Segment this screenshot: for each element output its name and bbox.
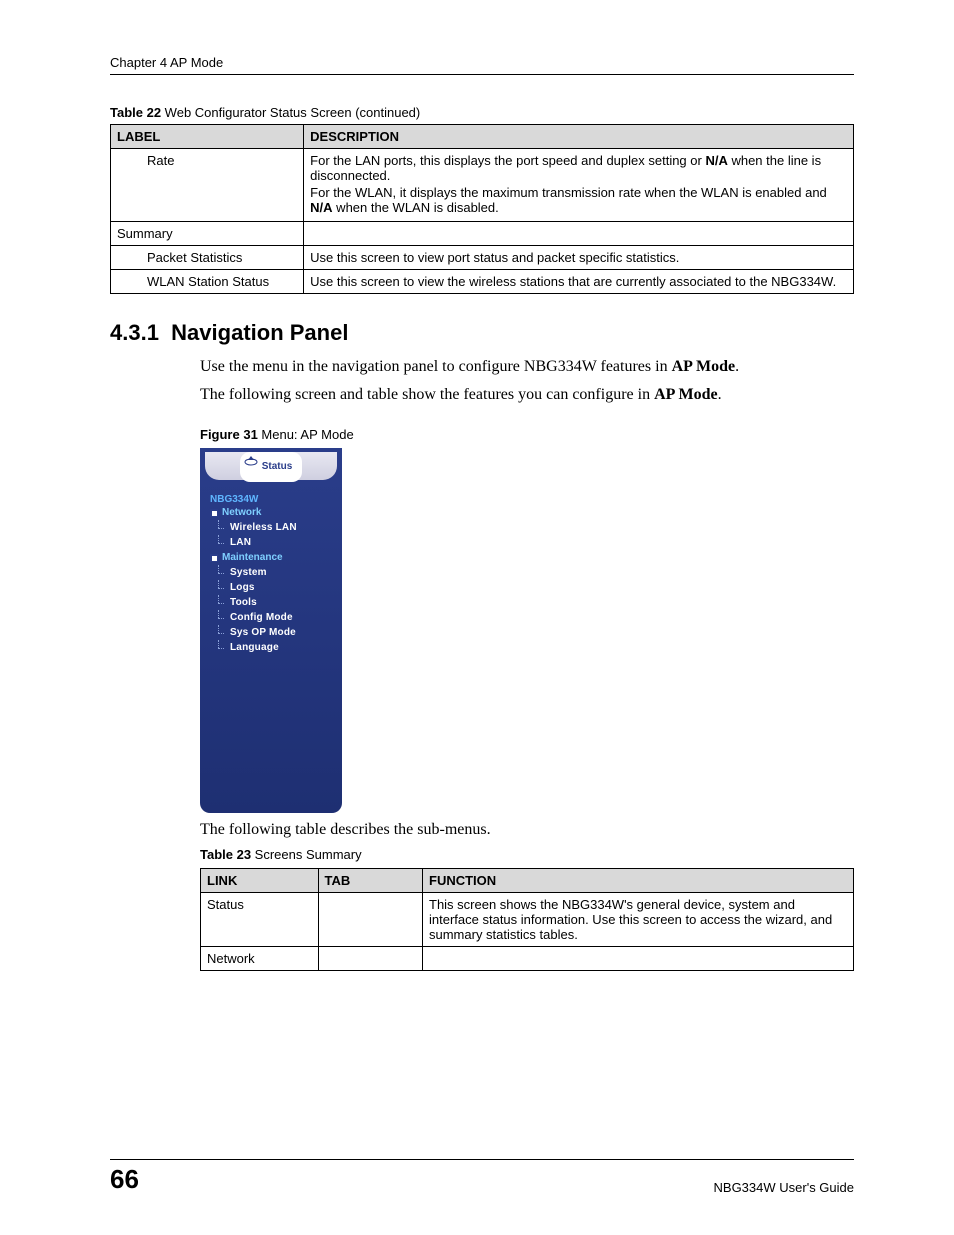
- guide-name: NBG334W User's Guide: [714, 1180, 854, 1195]
- figure31-caption-text: Menu: AP Mode: [258, 427, 354, 442]
- menu-group-maintenance[interactable]: Maintenance: [210, 552, 334, 563]
- rate-desc-1b: N/A: [705, 153, 727, 168]
- menu-item-wireless-lan[interactable]: Wireless LAN: [226, 520, 334, 535]
- para-after-figure: The following table describes the sub-me…: [200, 819, 854, 841]
- menu-item-config-mode[interactable]: Config Mode: [226, 610, 334, 625]
- page-footer: 66 NBG334W User's Guide: [110, 1151, 854, 1195]
- rate-desc-2c: when the WLAN is disabled.: [333, 200, 499, 215]
- figure31-caption: Figure 31 Menu: AP Mode: [200, 427, 854, 442]
- rate-desc-2a: For the WLAN, it displays the maximum tr…: [310, 185, 827, 200]
- menu-status-label: Status: [262, 461, 293, 472]
- header-rule: [110, 74, 854, 75]
- table-row: Summary: [111, 222, 854, 246]
- status-icon: [244, 454, 258, 466]
- table-row: Status This screen shows the NBG334W's g…: [201, 892, 854, 946]
- figure31-caption-bold: Figure 31: [200, 427, 258, 442]
- th-tab: TAB: [318, 868, 422, 892]
- menu-item-language[interactable]: Language: [226, 640, 334, 655]
- p2b: AP Mode: [654, 386, 718, 403]
- cell-pkt-desc: Use this screen to view port status and …: [304, 246, 854, 270]
- cell-rate-desc: For the LAN ports, this displays the por…: [304, 149, 854, 222]
- th-label: LABEL: [111, 125, 304, 149]
- section-title: Navigation Panel: [171, 320, 348, 345]
- cell-status-func: This screen shows the NBG334W's general …: [423, 892, 854, 946]
- p1c: .: [735, 358, 739, 375]
- cell-network-link: Network: [201, 946, 319, 970]
- table-row: Rate For the LAN ports, this displays th…: [111, 149, 854, 222]
- rate-desc-1a: For the LAN ports, this displays the por…: [310, 153, 705, 168]
- cell-summary-desc: [304, 222, 854, 246]
- th-function: FUNCTION: [423, 868, 854, 892]
- chapter-header: Chapter 4 AP Mode: [110, 55, 854, 70]
- menu-status-pill[interactable]: Status: [205, 452, 337, 480]
- menu-item-system[interactable]: System: [226, 565, 334, 580]
- table22-caption-bold: Table 22: [110, 105, 161, 120]
- menu-item-logs[interactable]: Logs: [226, 580, 334, 595]
- rate-desc-2b: N/A: [310, 200, 332, 215]
- table22-caption-text: Web Configurator Status Screen (continue…: [161, 105, 420, 120]
- cell-pkt-label: Packet Statistics: [111, 246, 304, 270]
- table23-caption-bold: Table 23: [200, 847, 251, 862]
- cell-rate-label: Rate: [111, 149, 304, 222]
- table23-caption-text: Screens Summary: [251, 847, 362, 862]
- cell-summary-label: Summary: [111, 222, 304, 246]
- menu-screenshot: Status NBG334W Network Wireless LAN LAN …: [200, 448, 342, 813]
- table22-caption: Table 22 Web Configurator Status Screen …: [110, 105, 854, 120]
- menu-group-network[interactable]: Network: [210, 507, 334, 518]
- cell-wlan-label: WLAN Station Status: [111, 270, 304, 294]
- page-number: 66: [110, 1164, 139, 1195]
- th-link: LINK: [201, 868, 319, 892]
- table-row: WLAN Station Status Use this screen to v…: [111, 270, 854, 294]
- section-number: 4.3.1: [110, 320, 159, 345]
- th-description: DESCRIPTION: [304, 125, 854, 149]
- table-row: Network: [201, 946, 854, 970]
- cell-network-func: [423, 946, 854, 970]
- table-row: LABEL DESCRIPTION: [111, 125, 854, 149]
- section-heading: 4.3.1 Navigation Panel: [110, 320, 854, 346]
- table23: LINK TAB FUNCTION Status This screen sho…: [200, 868, 854, 971]
- menu-item-sys-op-mode[interactable]: Sys OP Mode: [226, 625, 334, 640]
- footer-rule: [110, 1159, 854, 1160]
- table22: LABEL DESCRIPTION Rate For the LAN ports…: [110, 124, 854, 294]
- table-row: LINK TAB FUNCTION: [201, 868, 854, 892]
- table-row: Packet Statistics Use this screen to vie…: [111, 246, 854, 270]
- p1a: Use the menu in the navigation panel to …: [200, 358, 672, 375]
- p2c: .: [718, 386, 722, 403]
- p1b: AP Mode: [672, 358, 736, 375]
- section-para-1: Use the menu in the navigation panel to …: [200, 356, 854, 378]
- menu-item-lan[interactable]: LAN: [226, 535, 334, 550]
- table23-caption: Table 23 Screens Summary: [200, 847, 854, 862]
- cell-network-tab: [318, 946, 422, 970]
- section-para-2: The following screen and table show the …: [200, 384, 854, 406]
- cell-wlan-desc: Use this screen to view the wireless sta…: [304, 270, 854, 294]
- cell-status-link: Status: [201, 892, 319, 946]
- menu-item-tools[interactable]: Tools: [226, 595, 334, 610]
- p2a: The following screen and table show the …: [200, 386, 654, 403]
- menu-device-name: NBG334W: [210, 494, 334, 505]
- cell-status-tab: [318, 892, 422, 946]
